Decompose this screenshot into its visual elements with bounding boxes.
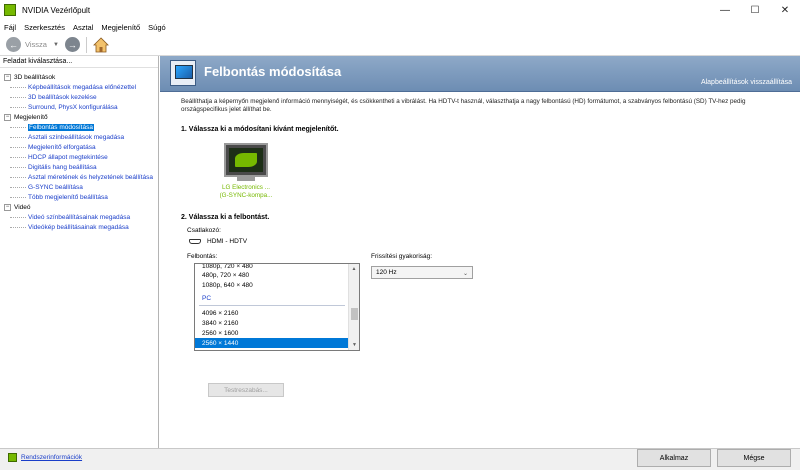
- resolution-section: Felbontás: 1080p, 720 × 480 480p, 720 × …: [181, 253, 784, 413]
- refresh-rate-label: Frissítési gyakoriság:: [371, 253, 433, 260]
- tree-category-3d[interactable]: −3D beállítások: [0, 72, 158, 82]
- display-selector-lg[interactable]: LG Electronics ... (G-SYNC-kompa...: [211, 143, 281, 200]
- tree-item-rotate-display[interactable]: Megjelenítő elforgatása: [0, 142, 158, 152]
- resolution-label: Felbontás:: [187, 253, 218, 260]
- page-banner: Felbontás módosítása Alapbeállítások vis…: [160, 56, 800, 92]
- title-bar: NVIDIA Vezérlőpult — ☐ ✕: [0, 0, 800, 20]
- scroll-down-icon[interactable]: ▼: [349, 340, 359, 350]
- tree-item-hdcp-status[interactable]: HDCP állapot megtekintése: [0, 152, 158, 162]
- toolbar: ← Vissza ▼ →: [0, 34, 800, 56]
- history-dropdown-icon[interactable]: ▼: [53, 42, 59, 48]
- tree-category-display[interactable]: − Megjelenítő: [0, 112, 158, 122]
- list-item-selected[interactable]: 2560 × 1440: [195, 338, 349, 348]
- tree-item-video-color[interactable]: Videó színbeállításainak megadása: [0, 212, 158, 222]
- back-button-label[interactable]: Vissza: [25, 40, 47, 49]
- nvidia-app-icon: [4, 4, 16, 16]
- tree-item-change-resolution[interactable]: Felbontás módosítása: [0, 122, 158, 132]
- connector-value: HDMI - HDTV: [207, 238, 248, 245]
- maximize-button[interactable]: ☐: [740, 0, 770, 20]
- tree-item-gsync[interactable]: G-SYNC beállítása: [0, 182, 158, 192]
- list-group-separator: [199, 305, 345, 306]
- close-button[interactable]: ✕: [770, 0, 800, 20]
- collapse-icon[interactable]: −: [4, 73, 11, 81]
- window-title: NVIDIA Vezérlőpult: [22, 5, 91, 15]
- step1-heading: 1. Válassza ki a módosítani kívánt megje…: [181, 126, 339, 133]
- connector-label: Csatlakozó:: [187, 227, 221, 234]
- monitor-icon[interactable]: [224, 143, 268, 177]
- menu-bar: Fájl Szerkesztés Asztal Megjelenítő Súgó: [0, 20, 800, 34]
- status-bar: Rendszerinformációk Alkalmaz Mégse: [0, 448, 800, 470]
- step2-heading: 2. Válassza ki a felbontást.: [181, 214, 270, 221]
- list-item[interactable]: 4096 × 2160: [195, 308, 349, 318]
- resolution-listbox[interactable]: 1080p, 720 × 480 480p, 720 × 480 1080p, …: [194, 263, 360, 351]
- page-title: Felbontás módosítása: [204, 64, 342, 79]
- tree-item-desktop-size[interactable]: Asztal méretének és helyzetének beállítá…: [0, 172, 158, 182]
- collapse-icon[interactable]: −: [4, 113, 11, 121]
- tree-item-multiple-displays[interactable]: Több megjelenítő beállítása: [0, 192, 158, 202]
- back-arrow-icon[interactable]: ←: [6, 37, 21, 52]
- tree-item-video-image[interactable]: Videókép beállításainak megadása: [0, 222, 158, 232]
- list-item[interactable]: 3840 × 2160: [195, 318, 349, 328]
- tree-category-video[interactable]: − Videó: [0, 202, 158, 212]
- system-info-link[interactable]: Rendszerinformációk: [8, 453, 82, 462]
- monitor-label-line1: LG Electronics ...: [222, 184, 270, 191]
- menu-desktop[interactable]: Asztal: [73, 23, 93, 32]
- tree-item-digital-audio[interactable]: Digitális hang beállítása: [0, 162, 158, 172]
- apply-button[interactable]: Alkalmaz: [637, 449, 711, 467]
- tree-item-image-settings[interactable]: Képbeállítások megadása előnézettel: [0, 82, 158, 92]
- monitor-label-line2: (G-SYNC-kompa...: [219, 192, 273, 199]
- tree-item-desktop-color[interactable]: Asztali színbeállítások megadása: [0, 132, 158, 142]
- content-pane: Felbontás módosítása Alapbeállítások vis…: [160, 56, 800, 448]
- menu-edit[interactable]: Szerkesztés: [24, 23, 65, 32]
- menu-file[interactable]: Fájl: [4, 23, 16, 32]
- system-info-icon: [8, 453, 17, 462]
- list-item[interactable]: 1080p, 640 × 480: [195, 280, 349, 290]
- menu-help[interactable]: Súgó: [148, 23, 166, 32]
- nvidia-logo-icon: [235, 153, 257, 167]
- refresh-rate-select[interactable]: 120 Hz ⌄: [371, 266, 473, 279]
- connector-info: HDMI - HDTV: [189, 238, 784, 245]
- tree-item-manage-3d[interactable]: 3D beállítások kezelése: [0, 92, 158, 102]
- scroll-thumb[interactable]: [351, 308, 358, 320]
- customize-button[interactable]: Testreszabás...: [208, 383, 284, 397]
- toolbar-separator: [85, 36, 87, 53]
- restore-defaults-link[interactable]: Alapbeállítások visszaállítása: [701, 79, 792, 86]
- task-tree-pane: Feladat kiválasztása... −3D beállítások …: [0, 56, 159, 448]
- home-icon[interactable]: [92, 36, 109, 53]
- task-pane-header: Feladat kiválasztása...: [0, 56, 158, 68]
- tree-item-surround-physx[interactable]: Surround, PhysX konfigurálása: [0, 102, 158, 112]
- system-info-label[interactable]: Rendszerinformációk: [21, 454, 82, 461]
- menu-display[interactable]: Megjelenítő: [101, 23, 140, 32]
- list-scrollbar[interactable]: ▲ ▼: [348, 264, 359, 350]
- list-group-pc: PC: [202, 294, 212, 302]
- collapse-icon[interactable]: −: [4, 203, 11, 211]
- task-tree: −3D beállítások Képbeállítások megadása …: [0, 68, 158, 232]
- list-item[interactable]: 480p, 720 × 480: [195, 270, 349, 280]
- hdmi-icon: [189, 239, 201, 244]
- list-item[interactable]: 2560 × 1600: [195, 328, 349, 338]
- resolution-page-icon: [170, 60, 196, 86]
- monitor-stand: [237, 177, 255, 181]
- page-description: Beállíthatja a képernyőn megjelenő infor…: [181, 98, 746, 113]
- cancel-button[interactable]: Mégse: [717, 449, 791, 467]
- forward-arrow-icon[interactable]: →: [64, 37, 80, 52]
- refresh-rate-value: 120 Hz: [376, 269, 397, 276]
- minimize-button[interactable]: —: [710, 0, 740, 20]
- scroll-up-icon[interactable]: ▲: [349, 264, 359, 274]
- chevron-down-icon: ⌄: [462, 271, 468, 277]
